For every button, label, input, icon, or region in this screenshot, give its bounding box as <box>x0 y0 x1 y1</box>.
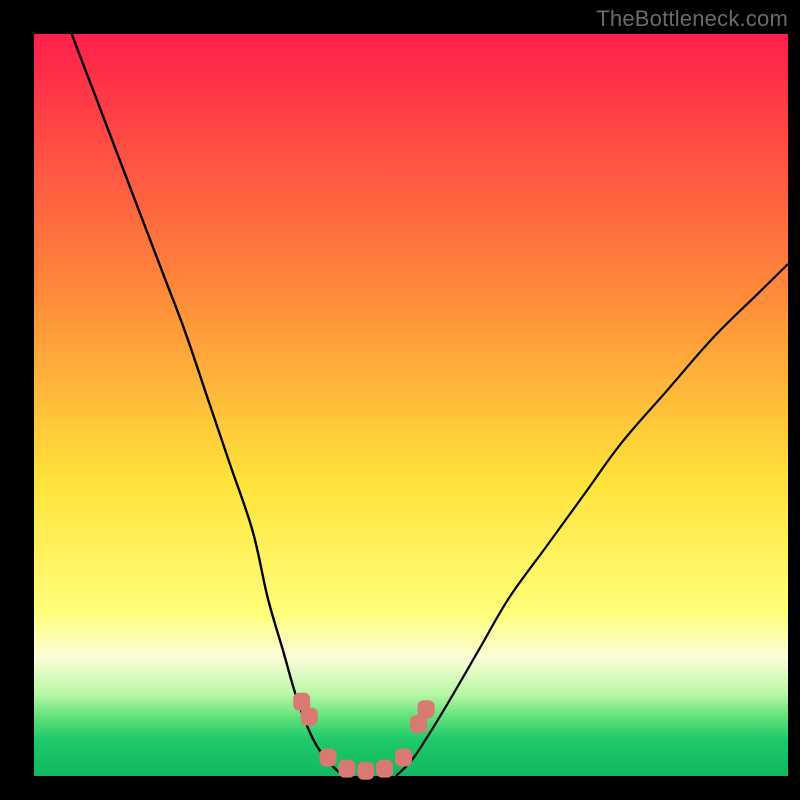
valley-marker <box>395 748 412 766</box>
valley-marker <box>338 760 355 778</box>
valley-marker <box>301 708 318 726</box>
gradient-plot-area <box>34 34 788 776</box>
valley-marker <box>357 762 374 780</box>
chart-stage: TheBottleneck.com <box>0 0 800 800</box>
watermark-text: TheBottleneck.com <box>596 6 788 32</box>
valley-marker <box>376 760 393 778</box>
valley-marker <box>418 700 435 718</box>
valley-marker <box>320 748 337 766</box>
bottleneck-chart <box>0 0 800 800</box>
